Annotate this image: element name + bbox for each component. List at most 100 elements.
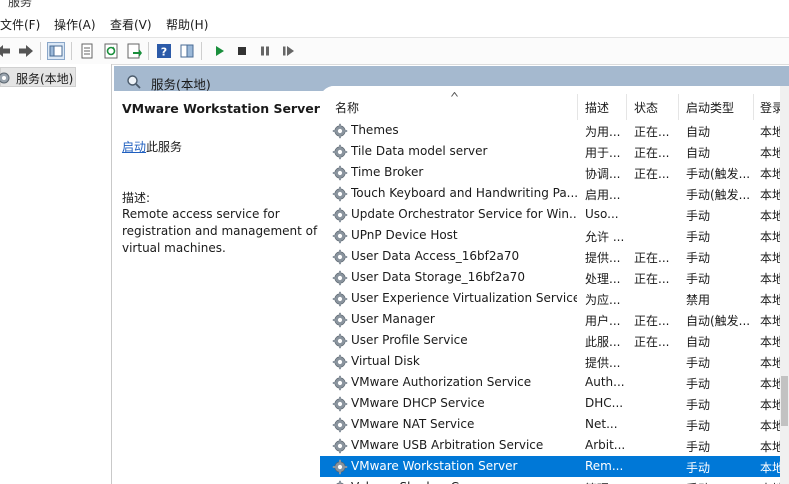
menu-file[interactable]: 文件(F)	[0, 16, 40, 33]
service-row[interactable]: VMware USB Arbitration Service Arbit... 手动…	[320, 435, 789, 456]
service-row[interactable]: Touch Keyboard and Handwriting Pa... 启用..…	[320, 183, 789, 204]
service-startup-type: 手动(触发...	[686, 188, 751, 202]
service-row[interactable]: User Experience Virtualization Service 为应…	[320, 288, 789, 309]
service-startup-type: 手动	[686, 461, 711, 475]
start-icon[interactable]	[210, 42, 228, 60]
column-description[interactable]: 描述	[585, 99, 609, 116]
service-description-cell: Net...	[585, 417, 618, 431]
title-bar: 服务	[0, 0, 789, 10]
stop-icon[interactable]	[233, 42, 251, 60]
toolbar-separator	[40, 42, 41, 60]
service-row[interactable]: UPnP Device Host 允许 ... 手动 本地	[320, 225, 789, 246]
service-name: VMware USB Arbitration Service	[351, 438, 544, 452]
gear-icon	[332, 123, 348, 142]
scrollbar-thumb[interactable]	[781, 376, 788, 426]
menu-action[interactable]: 操作(A)	[54, 16, 96, 33]
service-row[interactable]: Update Orchestrator Service for Win... Us…	[320, 204, 789, 225]
menu-help[interactable]: 帮助(H)	[166, 16, 208, 33]
service-status: 正在...	[634, 167, 670, 181]
gear-icon	[332, 249, 348, 268]
console-tree-icon[interactable]	[47, 42, 65, 60]
service-row[interactable]: Tile Data model server 用于... 正在... 自动 本地	[320, 141, 789, 162]
service-startup-type: 自动(触发...	[686, 314, 751, 328]
gear-icon	[0, 71, 11, 88]
service-name: User Experience Virtualization Service	[351, 291, 577, 305]
service-description-cell: 允许 ...	[585, 230, 625, 244]
service-startup-type: 自动	[686, 146, 711, 160]
service-startup-type: 手动	[686, 272, 711, 286]
service-row[interactable]: User Profile Service 此服... 正在... 自动 本地	[320, 330, 789, 351]
column-status[interactable]: 状态	[634, 99, 658, 116]
gear-icon	[332, 480, 348, 484]
column-divider[interactable]	[626, 94, 627, 120]
service-startup-type: 手动(触发...	[686, 167, 751, 181]
gear-icon	[332, 270, 348, 289]
service-name: Update Orchestrator Service for Win...	[351, 207, 577, 221]
service-row[interactable]: VMware NAT Service Net... 手动 本地	[320, 414, 789, 435]
service-name: Time Broker	[351, 165, 424, 179]
start-service-suffix: 此服务	[146, 140, 183, 154]
service-description-cell: 提供...	[585, 251, 621, 265]
service-description-cell: 协调...	[585, 167, 621, 181]
service-name: VMware Authorization Service	[351, 375, 532, 389]
service-startup-type: 手动	[686, 209, 711, 223]
service-status: 正在...	[634, 272, 670, 286]
gear-icon	[332, 438, 348, 457]
service-row[interactable]: Volume Shadow Copy管理...手动本地	[320, 477, 789, 484]
service-row[interactable]: VMware DHCP Service DHC... 手动 本地	[320, 393, 789, 414]
gear-icon	[332, 396, 348, 415]
column-divider[interactable]	[678, 94, 679, 120]
toolbar-separator	[148, 42, 149, 60]
column-startup-type[interactable]: 启动类型	[686, 99, 734, 116]
gear-icon	[332, 459, 348, 478]
service-name: VMware Workstation Server	[351, 459, 577, 473]
service-row[interactable]: User Manager 用户... 正在... 自动(触发... 本地	[320, 309, 789, 330]
gear-icon	[332, 417, 348, 436]
service-name: Themes	[351, 123, 399, 137]
column-name[interactable]: 名称	[335, 99, 359, 116]
service-row[interactable]: User Data Storage_16bf2a70 处理... 正在... 手动 本地	[320, 267, 789, 288]
service-row[interactable]: Virtual Disk 提供... 手动 本地	[320, 351, 789, 372]
services-list: 名称 描述 状态 启动类型 登录 Themes 为用... 正在... 自动 本地 Til…	[320, 86, 789, 484]
service-description-cell: Arbit...	[585, 438, 625, 452]
service-description-cell: Uso...	[585, 207, 619, 221]
gear-icon	[332, 144, 348, 163]
service-row[interactable]: VMware Workstation Server Rem... 手动 本地	[320, 456, 789, 477]
gear-icon	[332, 186, 348, 205]
service-name: Volume Shadow Copy	[351, 480, 577, 484]
service-row[interactable]: VMware Authorization Service Auth... 手动 本地	[320, 372, 789, 393]
properties-icon[interactable]	[78, 42, 96, 60]
gear-icon	[332, 333, 348, 352]
forward-icon[interactable]	[17, 42, 35, 60]
back-icon[interactable]	[0, 42, 12, 60]
gear-icon	[332, 354, 348, 373]
service-name: User Data Storage_16bf2a70	[351, 270, 525, 284]
service-status: 正在...	[634, 335, 670, 349]
start-service-link[interactable]: 启动	[122, 140, 146, 154]
service-row[interactable]: User Data Access_16bf2a70 提供... 正在... 手动 本地	[320, 246, 789, 267]
service-startup-type: 手动	[686, 356, 711, 370]
service-name: UPnP Device Host	[351, 228, 458, 242]
service-row[interactable]: Time Broker 协调... 正在... 手动(触发... 本地	[320, 162, 789, 183]
restart-icon[interactable]	[279, 42, 297, 60]
show-pane-icon[interactable]	[178, 42, 196, 60]
gear-icon	[332, 375, 348, 394]
service-description-cell: Rem...	[585, 459, 624, 473]
export-icon[interactable]	[125, 42, 143, 60]
service-startup-type: 自动	[686, 125, 711, 139]
service-name: User Manager	[351, 312, 435, 326]
service-row[interactable]: Themes 为用... 正在... 自动 本地	[320, 120, 789, 141]
column-divider[interactable]	[577, 94, 578, 120]
service-startup-type: 禁用	[686, 293, 711, 307]
svg-text:?: ?	[161, 46, 167, 59]
tree-node-label: 服务(本地)	[16, 72, 74, 86]
column-divider[interactable]	[753, 94, 754, 120]
pause-icon[interactable]	[256, 42, 274, 60]
menu-view[interactable]: 查看(V)	[110, 16, 152, 33]
vertical-scrollbar[interactable]	[780, 86, 789, 484]
help-icon[interactable]: ?	[155, 42, 173, 60]
toolbar-separator	[71, 42, 72, 60]
tree-node-services-local[interactable]: 服务(本地)	[0, 67, 76, 87]
service-startup-type: 手动	[686, 230, 711, 244]
refresh-icon[interactable]	[102, 42, 120, 60]
